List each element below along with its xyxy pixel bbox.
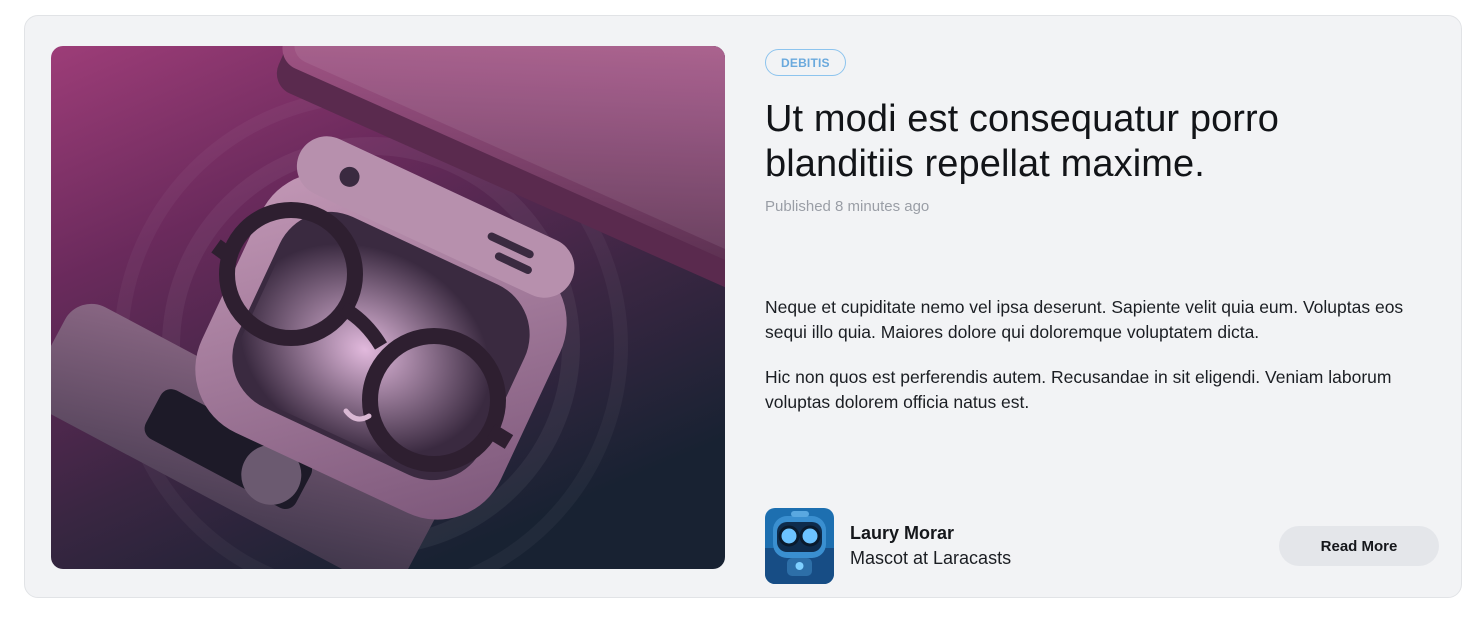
excerpt-paragraph-2: Hic non quos est perferendis autem. Recu… [765,367,1392,412]
article-card: DEBITIS Ut modi est consequatur porro bl… [24,15,1462,598]
author-name[interactable]: Laury Morar [850,521,1011,546]
hero-image [51,46,725,569]
author-info: Laury Morar Mascot at Laracasts [850,521,1011,571]
author-block: Laury Morar Mascot at Laracasts [765,508,1011,584]
excerpt-paragraph-1: Neque et cupiditate nemo vel ipsa deseru… [765,297,1404,342]
article-title[interactable]: Ut modi est consequatur porro blanditiis… [765,97,1405,187]
read-more-button[interactable]: Read More [1279,526,1439,566]
avatar [765,508,834,584]
article-excerpt: Neque et cupiditate nemo vel ipsa deseru… [765,295,1441,435]
author-role: Mascot at Laracasts [850,548,1012,568]
category-tag[interactable]: DEBITIS [765,49,846,76]
article-content: DEBITIS Ut modi est consequatur porro bl… [765,49,1445,584]
published-time: Published 8 minutes ago [765,198,930,215]
